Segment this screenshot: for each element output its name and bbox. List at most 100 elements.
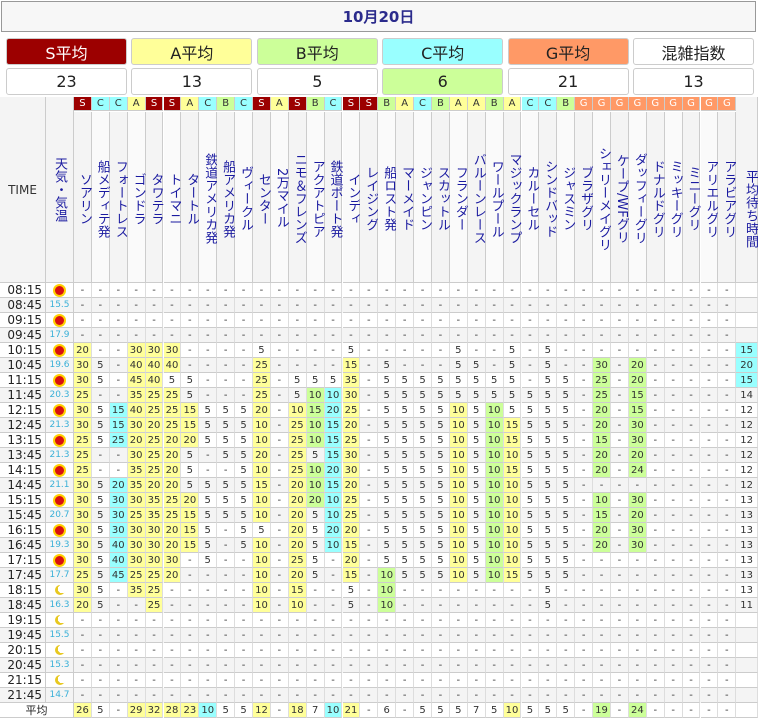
wait-cell: - — [414, 643, 432, 658]
wait-cell: - — [503, 313, 522, 328]
category-tag: G — [718, 97, 737, 111]
wait-cell: - — [217, 523, 236, 538]
wait-cell: - — [378, 643, 397, 658]
wait-cell: - — [199, 643, 218, 658]
wait-cell: - — [646, 448, 665, 463]
wait-cell: - — [235, 628, 253, 643]
wait-cell: - — [217, 283, 236, 298]
table-row: 17:15 30 5 40 30 30 30-5- -10-25 5-20-5 5 5 5 10 5 10 1… — [0, 553, 758, 568]
wait-cell: - — [485, 343, 504, 358]
wait-cell: - — [503, 283, 522, 298]
wait-cell: - — [575, 598, 594, 613]
category-tag: G — [682, 97, 701, 111]
wait-cell: 25 — [74, 433, 92, 448]
avg-wait-cell: 14 — [736, 388, 758, 403]
wait-cell: 10 — [253, 583, 271, 598]
wait-cell: - — [611, 313, 629, 328]
attraction-name: シェリーメイグリ — [593, 112, 611, 283]
wait-cell: - — [217, 358, 236, 373]
table-row: 08:15- - - - - - - - - - - - - - - - - - - - - - - - - - - - - - - - - - -… — [0, 283, 758, 298]
attraction-name: マジックランプ — [503, 112, 522, 283]
wait-cell: - — [575, 508, 594, 523]
wait-cell: - — [682, 673, 701, 688]
wait-cell: 15 — [324, 418, 343, 433]
wait-cell: 5 — [217, 448, 236, 463]
wait-cell: - — [449, 283, 468, 298]
time-cell: 15:15 — [0, 493, 46, 508]
wait-cell: - — [521, 283, 540, 298]
category-tag: C — [109, 97, 128, 111]
temperature-cell: 14.7 — [46, 688, 74, 703]
wait-cell: - — [199, 298, 218, 313]
time-cell: 13:15 — [0, 433, 46, 448]
wait-cell: - — [611, 343, 629, 358]
wait-cell: - — [163, 673, 182, 688]
category-tag: C — [91, 97, 110, 111]
wait-cell: - — [700, 478, 719, 493]
wait-cell: - — [682, 328, 701, 343]
wait-cell: 5 — [557, 388, 576, 403]
wait-cell: - — [270, 658, 289, 673]
summary-label-2: B平均 — [256, 38, 378, 65]
summary-label-4: G平均 — [507, 38, 629, 65]
wait-cell: 5 — [342, 583, 361, 598]
wait-cell: 5 — [91, 418, 110, 433]
wait-cell: - — [306, 583, 325, 598]
wait-cell: - — [306, 628, 325, 643]
wait-cell: - — [539, 658, 558, 673]
wait-cell: 35 — [145, 493, 164, 508]
wait-cell: 15 — [253, 478, 271, 493]
wait-cell: - — [700, 523, 719, 538]
wait-cell: 5 — [557, 553, 576, 568]
wait-cell: - — [467, 343, 486, 358]
category-tag: G — [593, 97, 611, 111]
wait-cell: - — [270, 283, 289, 298]
wait-cell: 5 — [557, 463, 576, 478]
wait-cell: - — [306, 643, 325, 658]
date-title: 10月20日 — [1, 1, 756, 32]
wait-cell: 5 — [396, 568, 415, 583]
wait-cell: 15 — [503, 568, 522, 583]
wait-cell: - — [288, 613, 307, 628]
wait-cell: 10 — [485, 418, 504, 433]
temperature-cell: 15.5 — [46, 298, 74, 313]
wait-cell: - — [575, 343, 594, 358]
wait-cell: - — [163, 658, 182, 673]
wait-cell: 5 — [521, 418, 540, 433]
wait-cell: 10 — [485, 493, 504, 508]
wait-cell: - — [306, 313, 325, 328]
category-tag: B — [485, 97, 504, 111]
wait-cell: 10 — [503, 508, 522, 523]
wait-cell: - — [199, 343, 218, 358]
wait-cell: - — [664, 568, 683, 583]
summary-value-1: 13 — [131, 68, 253, 95]
wait-cell: 5 — [235, 703, 253, 718]
time-cell: 13:45 — [0, 448, 46, 463]
wait-cell: 10 — [485, 553, 504, 568]
weather-sun-icon — [46, 433, 74, 448]
wait-cell: - — [557, 298, 576, 313]
wait-cell: - — [199, 658, 218, 673]
wait-cell: 20 — [628, 508, 647, 523]
wait-cell: 5 — [235, 493, 253, 508]
summary-panel: S平均 23 A平均 13 B平均 5 C平均 6 G平均 21 混雑指数 13 — [0, 36, 758, 96]
wait-cell: 5 — [253, 343, 271, 358]
wait-cell: - — [235, 328, 253, 343]
table-row: 08:45 15.5- - - - - - - - - - - - - - - - - - - - - - - - - - - - - - -… — [0, 298, 758, 313]
avg-wait-cell — [736, 328, 758, 343]
wait-cell: 20 — [342, 418, 361, 433]
table-row: 11:15 30 5-45 40 5 5- - -25-5 5 5 35-5 5 5 5 5 5 5 5-5 5-2… — [0, 373, 758, 388]
wait-cell: 20 — [74, 343, 92, 358]
wait-cell: 5 — [378, 373, 397, 388]
wait-cell: - — [270, 538, 289, 553]
wait-cell: 21 — [342, 703, 361, 718]
wait-cell: 5 — [414, 418, 432, 433]
wait-cell: - — [646, 628, 665, 643]
wait-cell: - — [145, 688, 164, 703]
wait-cell: - — [109, 313, 128, 328]
wait-cell: 5 — [199, 508, 218, 523]
wait-cell: 30 — [109, 508, 128, 523]
wait-cell: - — [700, 298, 719, 313]
wait-cell: - — [467, 613, 486, 628]
wait-cell: 15 — [109, 418, 128, 433]
